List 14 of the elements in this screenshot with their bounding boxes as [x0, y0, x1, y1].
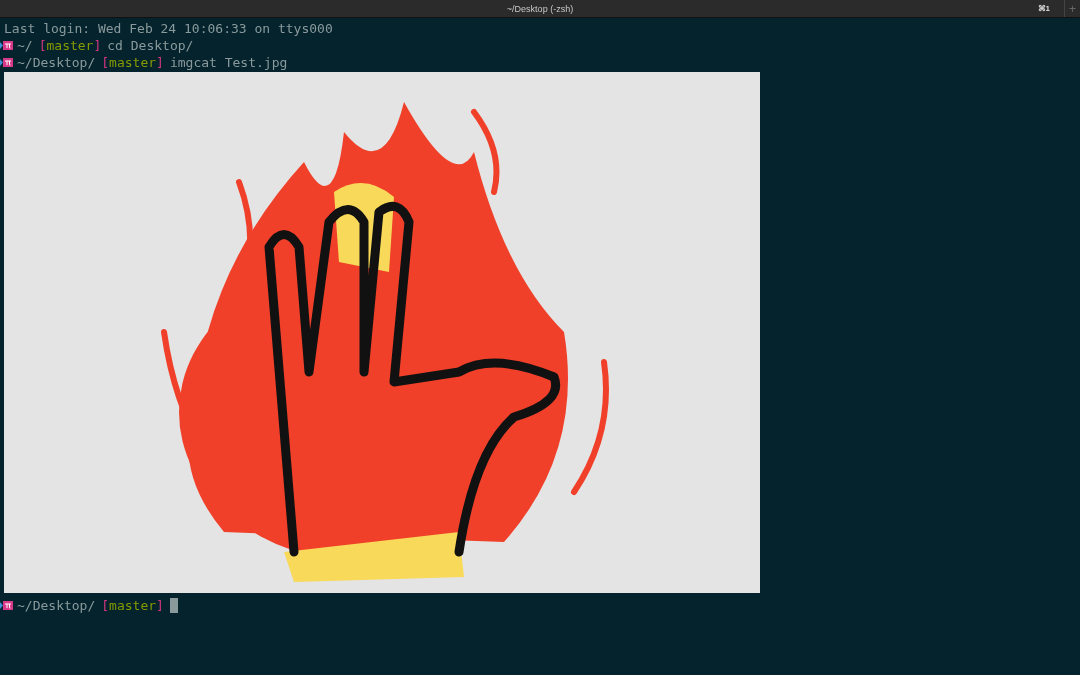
prompt-icon [0, 57, 13, 68]
command-text: imgcat Test.jpg [169, 55, 288, 70]
git-branch: [master] [101, 598, 164, 613]
tab-shortcut: ⌘1 [1037, 4, 1050, 13]
window-title: ~/Desktop (-zsh) [506, 3, 574, 14]
prompt-path: ~/ [17, 38, 33, 53]
command-text: cd Desktop/ [107, 38, 194, 53]
git-branch: [master] [38, 38, 102, 53]
prompt-path: ~/Desktop/ [17, 55, 96, 70]
prompt-icon [0, 40, 13, 51]
terminal-text: Last login: Wed Feb 24 10:06:33 on ttys000 [4, 21, 333, 36]
prompt-path: ~/Desktop/ [17, 598, 96, 613]
git-branch: [master] [101, 55, 164, 70]
prompt-icon [0, 600, 13, 611]
